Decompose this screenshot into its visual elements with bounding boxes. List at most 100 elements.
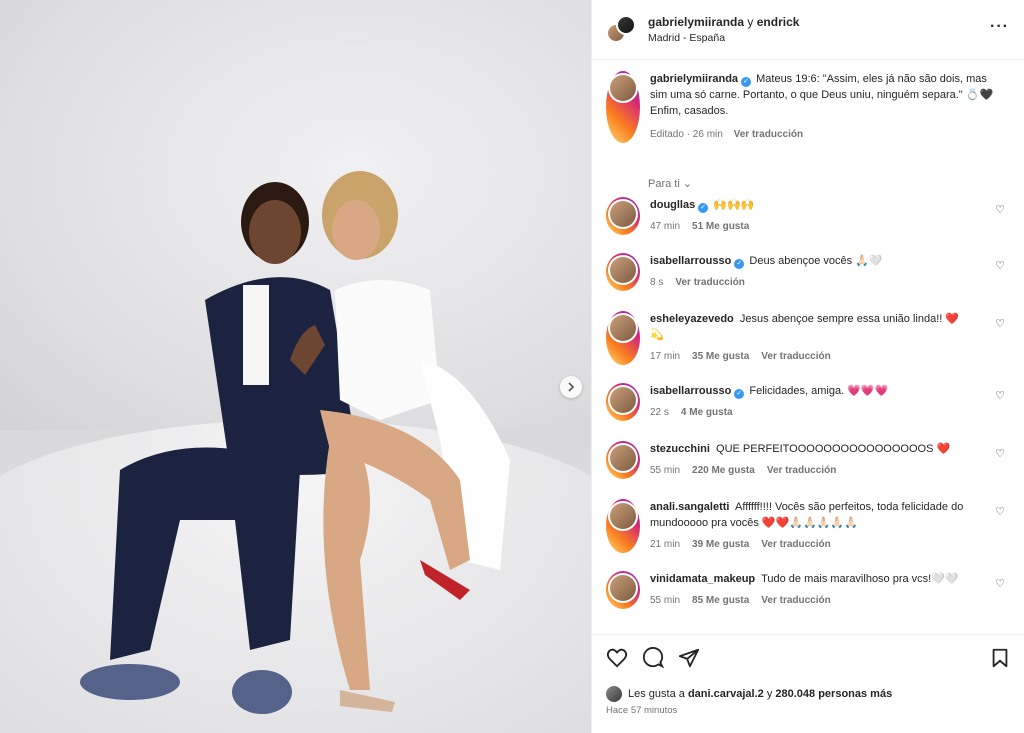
comment-time: 55 min bbox=[650, 465, 681, 476]
header-text: gabrielymiiranda y endrick Madrid - Espa… bbox=[648, 15, 799, 44]
comment-item: dougllas ✓ 🙌🙌🙌 47 min 51 Me gusta ♡ bbox=[606, 197, 1011, 235]
sort-label: Para ti bbox=[648, 178, 680, 190]
avatar bbox=[610, 201, 636, 227]
comment-likes[interactable]: 85 Me gusta bbox=[692, 595, 749, 606]
comment-like-heart-icon[interactable]: ♡ bbox=[995, 317, 1005, 330]
comment-meta: 21 min 39 Me gusta Ver traducción bbox=[650, 537, 970, 553]
verified-badge-icon: ✓ bbox=[741, 77, 752, 87]
comment-meta: 55 min 85 Me gusta Ver traducción bbox=[650, 593, 970, 609]
save-bookmark-icon[interactable] bbox=[989, 647, 1011, 669]
post-header: gabrielymiiranda y endrick Madrid - Espa… bbox=[592, 0, 1024, 60]
comment-like-heart-icon[interactable]: ♡ bbox=[995, 259, 1005, 272]
comment-text: Felicidades, amiga. 💗💗💗 bbox=[749, 385, 889, 397]
comment-like-heart-icon[interactable]: ♡ bbox=[995, 389, 1005, 402]
story-ring[interactable] bbox=[606, 253, 640, 291]
comment-username[interactable]: stezucchini bbox=[650, 443, 710, 455]
comment-username[interactable]: isabellarrousso bbox=[650, 255, 731, 267]
likes-count[interactable]: 280.048 personas más bbox=[775, 688, 892, 700]
translate-link[interactable]: Ver traducción bbox=[761, 595, 830, 606]
like-heart-icon[interactable] bbox=[606, 647, 628, 669]
likes-summary[interactable]: Les gusta a dani.carvajal.2 y 280.048 pe… bbox=[606, 686, 892, 702]
comment-like-heart-icon[interactable]: ♡ bbox=[995, 203, 1005, 216]
comment-time: 22 s bbox=[650, 407, 669, 418]
share-icon[interactable] bbox=[678, 647, 700, 669]
header-user1-link[interactable]: gabrielymiiranda bbox=[648, 15, 744, 29]
comment-likes[interactable]: 4 Me gusta bbox=[681, 407, 733, 418]
comment-item: esheleyazevedo Jesus abençoe sempre essa… bbox=[606, 311, 1011, 365]
comment-likes[interactable]: 39 Me gusta bbox=[692, 539, 749, 550]
avatar bbox=[610, 503, 636, 529]
caption-meta: Editado · 26 min Ver traducción bbox=[650, 127, 1000, 143]
location-link[interactable]: Madrid - España bbox=[648, 32, 799, 44]
liker-username[interactable]: dani.carvajal.2 bbox=[688, 688, 764, 700]
avatar bbox=[610, 445, 636, 471]
comment-time: 47 min bbox=[650, 221, 681, 232]
comment-username[interactable]: isabellarrousso bbox=[650, 385, 731, 397]
likes-prefix: Les gusta a bbox=[628, 688, 685, 700]
post-caption: gabrielymiiranda ✓ Mateus 19:6: "Assim, e… bbox=[606, 71, 1006, 143]
likes-middle: y bbox=[766, 688, 773, 700]
comment-sort-dropdown[interactable]: Para ti ⌄ bbox=[648, 177, 692, 190]
comment-like-heart-icon[interactable]: ♡ bbox=[995, 447, 1005, 460]
story-ring[interactable] bbox=[606, 499, 640, 553]
comment-text: QUE PERFEITOOOOOOOOOOOOOOOOS ❤️ bbox=[716, 443, 951, 455]
avatar bbox=[616, 14, 636, 35]
story-ring[interactable] bbox=[606, 383, 640, 421]
comment-text: Deus abençoe vocês 🙏🏻🤍 bbox=[749, 255, 883, 267]
caption-username[interactable]: gabrielymiiranda bbox=[650, 73, 738, 85]
comment-likes[interactable]: 220 Me gusta bbox=[692, 465, 755, 476]
comment-item: isabellarrousso ✓ Felicidades, amiga. 💗💗💗… bbox=[606, 383, 1011, 421]
comment-time: 8 s bbox=[650, 277, 664, 288]
comment-meta: 22 s 4 Me gusta bbox=[650, 405, 970, 421]
chevron-down-icon: ⌄ bbox=[682, 178, 693, 190]
comment-item: isabellarrousso ✓ Deus abençoe vocês 🙏🏻🤍 8… bbox=[606, 253, 1011, 291]
header-title: gabrielymiiranda y endrick bbox=[648, 15, 799, 29]
translate-link[interactable]: Ver traducción bbox=[767, 465, 836, 476]
comment-username[interactable]: dougllas bbox=[650, 199, 695, 211]
post-viewer: gabrielymiiranda y endrick Madrid - Espa… bbox=[0, 0, 1024, 733]
post-side-panel: gabrielymiiranda y endrick Madrid - Espa… bbox=[591, 0, 1024, 733]
comment-time: 55 min bbox=[650, 595, 681, 606]
comment-username[interactable]: esheleyazevedo bbox=[650, 313, 734, 325]
comment-text: 🙌🙌🙌 bbox=[713, 199, 755, 211]
verified-badge-icon: ✓ bbox=[698, 203, 709, 213]
translate-link[interactable]: Ver traducción bbox=[761, 539, 830, 550]
chevron-right-icon bbox=[568, 382, 575, 392]
translate-link[interactable]: Ver traducción bbox=[734, 129, 803, 140]
story-ring[interactable] bbox=[606, 311, 640, 365]
comment-username[interactable]: anali.sangaletti bbox=[650, 501, 729, 513]
comment-likes[interactable]: 51 Me gusta bbox=[692, 221, 749, 232]
comment-like-heart-icon[interactable]: ♡ bbox=[995, 577, 1005, 590]
comment-icon[interactable] bbox=[642, 647, 664, 669]
collab-avatars[interactable] bbox=[606, 14, 636, 45]
more-options-icon[interactable]: ··· bbox=[990, 19, 1009, 35]
next-photo-button[interactable] bbox=[560, 376, 582, 398]
comments-scroll-area[interactable]: gabrielymiiranda ✓ Mateus 19:6: "Assim, e… bbox=[592, 61, 1024, 634]
comment-meta: 17 min 35 Me gusta Ver traducción bbox=[650, 349, 970, 365]
post-actions: Les gusta a dani.carvajal.2 y 280.048 pe… bbox=[592, 634, 1024, 733]
story-ring[interactable] bbox=[606, 197, 640, 235]
story-ring[interactable] bbox=[606, 571, 640, 609]
comment-meta: 55 min 220 Me gusta Ver traducción bbox=[650, 463, 970, 479]
post-time: Hace 57 minutos bbox=[606, 705, 678, 716]
story-ring[interactable] bbox=[606, 71, 640, 143]
comment-item: vinidamata_makeup Tudo de mais maravilho… bbox=[606, 571, 1011, 609]
post-photo[interactable] bbox=[0, 0, 591, 733]
header-user2-link[interactable]: endrick bbox=[757, 15, 800, 29]
translate-link[interactable]: Ver traducción bbox=[675, 277, 744, 288]
avatar bbox=[610, 315, 636, 341]
avatar bbox=[606, 686, 622, 702]
verified-badge-icon: ✓ bbox=[734, 259, 745, 269]
story-ring[interactable] bbox=[606, 441, 640, 479]
verified-badge-icon: ✓ bbox=[734, 389, 745, 399]
avatar bbox=[610, 387, 636, 413]
comment-likes[interactable]: 35 Me gusta bbox=[692, 351, 749, 362]
comment-meta: 47 min 51 Me gusta bbox=[650, 219, 970, 235]
couple-illustration bbox=[80, 171, 510, 714]
avatar bbox=[610, 257, 636, 283]
translate-link[interactable]: Ver traducción bbox=[761, 351, 830, 362]
comment-like-heart-icon[interactable]: ♡ bbox=[995, 505, 1005, 518]
avatar bbox=[610, 75, 636, 101]
comment-username[interactable]: vinidamata_makeup bbox=[650, 573, 755, 585]
comment-item: anali.sangaletti Affffff!!!! Vocês são p… bbox=[606, 499, 1011, 553]
